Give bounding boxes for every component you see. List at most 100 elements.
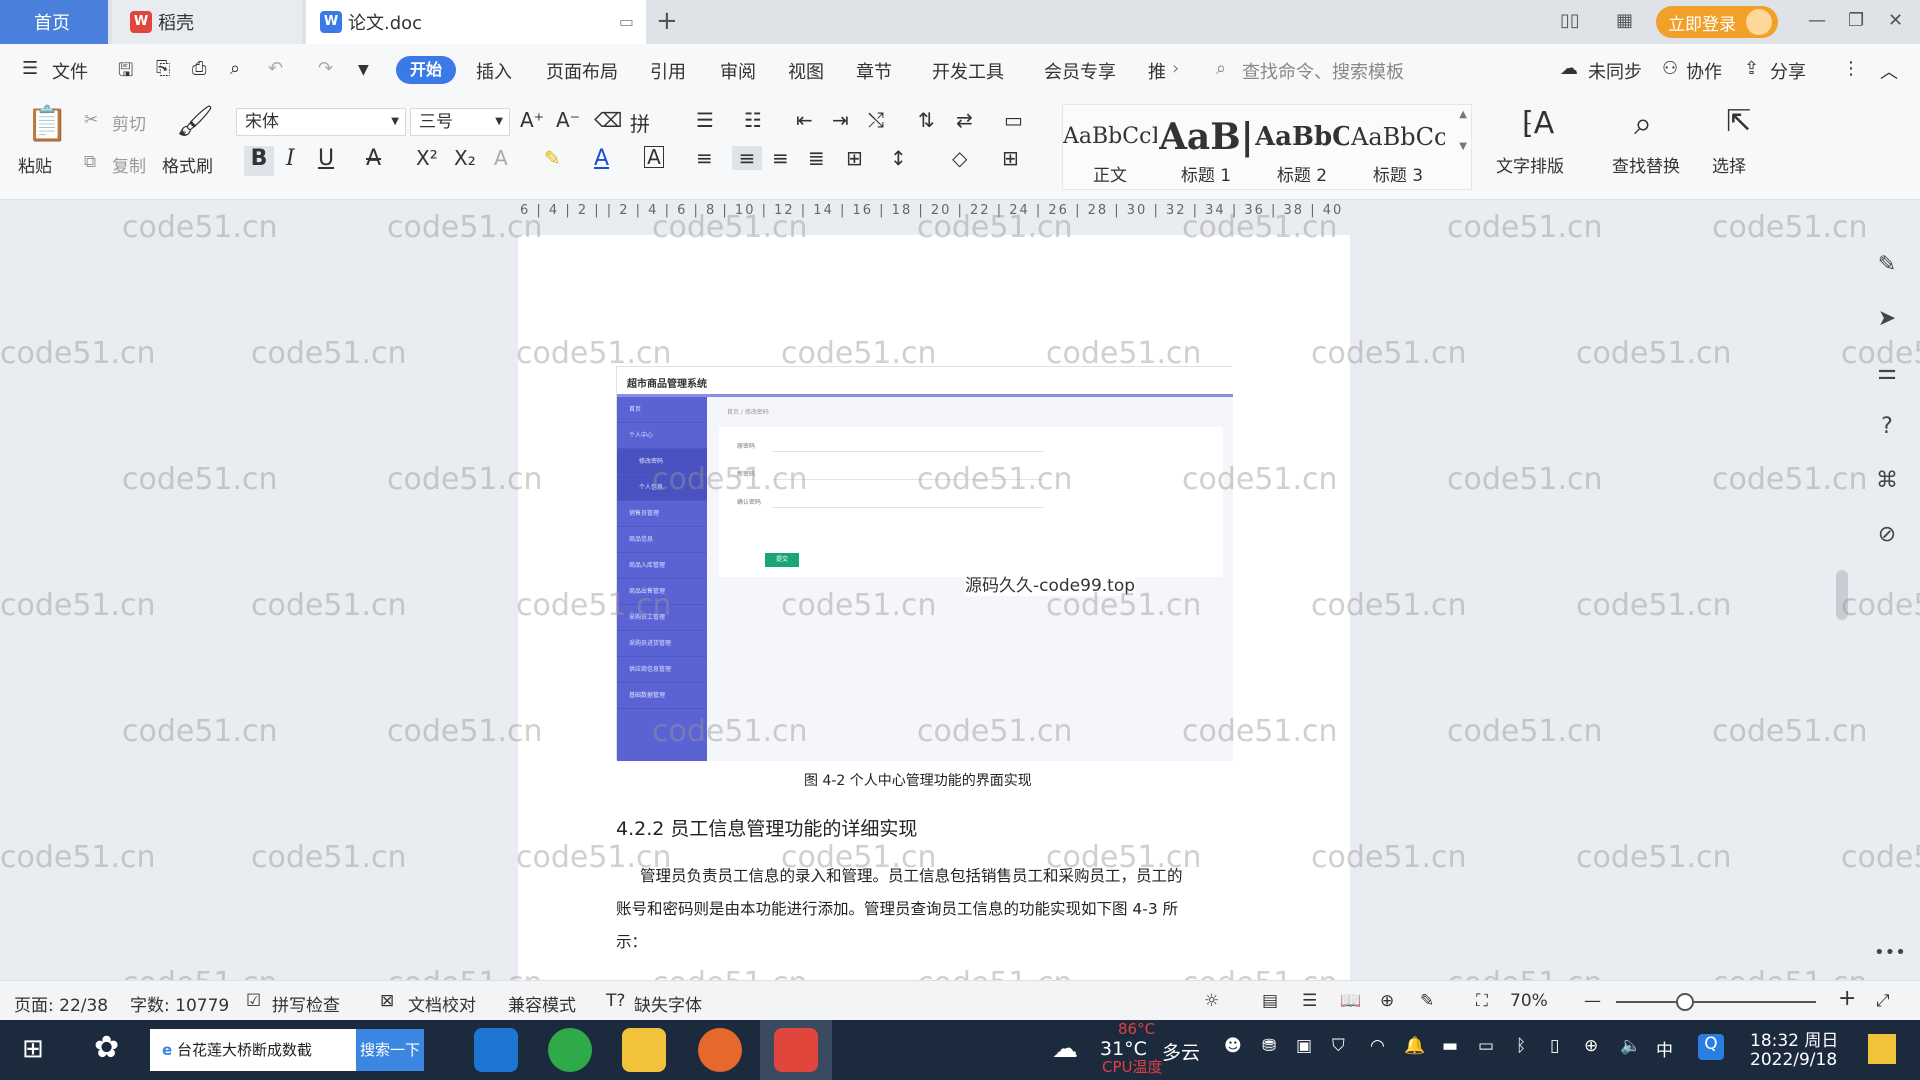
- shading-icon[interactable]: ◇: [952, 146, 967, 170]
- style-scroll-up-icon[interactable]: ▲: [1459, 109, 1467, 120]
- redo-icon[interactable]: ↷: [318, 58, 333, 79]
- phonetic-icon[interactable]: 拼: [630, 108, 650, 137]
- line-spacing-icon[interactable]: ↕: [890, 146, 907, 170]
- minimize-icon[interactable]: —: [1808, 10, 1826, 31]
- print-preview-icon[interactable]: ⌕: [230, 58, 240, 79]
- new-tab-icon[interactable]: +: [656, 6, 678, 36]
- align-center-icon[interactable]: ≡: [732, 146, 762, 170]
- sort-icon[interactable]: ⇅: [918, 108, 935, 132]
- align-left-icon[interactable]: ≡: [696, 146, 713, 170]
- underline-icon[interactable]: U: [318, 146, 334, 171]
- windows-start-icon[interactable]: ⊞: [22, 1034, 44, 1064]
- font-size-select[interactable]: 三号 ▼: [410, 108, 510, 136]
- char-border-icon[interactable]: A: [644, 146, 664, 168]
- menu-recommend[interactable]: 推: [1148, 58, 1166, 84]
- save-icon[interactable]: 🖫: [118, 58, 133, 88]
- read-view-icon[interactable]: 📖: [1340, 991, 1361, 1011]
- translate-icon[interactable]: ⌘: [1874, 468, 1900, 494]
- number-list-icon[interactable]: ☷: [744, 108, 762, 132]
- tab-daoke[interactable]: W 稻壳: [112, 0, 302, 44]
- menu-insert[interactable]: 插入: [476, 58, 512, 84]
- clear-format-icon[interactable]: ⌫: [594, 108, 622, 132]
- shrink-font-icon[interactable]: A⁻: [556, 108, 580, 132]
- find-replace-button[interactable]: 查找替换: [1612, 152, 1680, 177]
- spell-check-button[interactable]: 拼写检查: [272, 991, 340, 1016]
- subscript-icon[interactable]: X₂: [454, 146, 476, 170]
- highlight-icon[interactable]: ✎: [544, 146, 561, 170]
- bluetooth-icon[interactable]: ᛒ: [1516, 1036, 1526, 1056]
- taskbar-search-button[interactable]: 搜索一下: [356, 1029, 424, 1071]
- fit-page-icon[interactable]: ⛶: [1476, 991, 1488, 1011]
- login-button[interactable]: 立即登录: [1656, 6, 1778, 38]
- zoom-slider[interactable]: [1616, 1001, 1816, 1003]
- paste-icon[interactable]: 📋: [26, 104, 68, 144]
- green-browser-icon[interactable]: [548, 1028, 592, 1072]
- bullet-list-icon[interactable]: ☰: [696, 108, 714, 132]
- gpu-icon[interactable]: ▬: [1442, 1036, 1458, 1056]
- justify-icon[interactable]: ≣: [808, 146, 825, 170]
- layout-icon[interactable]: ▯▯: [1560, 10, 1580, 31]
- text-layout-button[interactable]: 文字排版: [1496, 152, 1564, 177]
- adjust-icon[interactable]: ⚌: [1874, 360, 1900, 386]
- tray-ticket-icon[interactable]: ▣: [1296, 1036, 1312, 1056]
- increase-indent-icon[interactable]: ⇥: [832, 108, 849, 132]
- clock-time[interactable]: 18:32 周日: [1750, 1026, 1838, 1051]
- fullscreen-icon[interactable]: ⤢: [1876, 991, 1890, 1011]
- grid-apps-icon[interactable]: ▦: [1616, 10, 1633, 31]
- hamburger-icon[interactable]: ☰: [22, 58, 38, 79]
- ie-browser-icon[interactable]: [474, 1028, 518, 1072]
- tray-app-icon[interactable]: ☻: [1224, 1036, 1242, 1056]
- pointer-icon[interactable]: ➤: [1874, 306, 1900, 332]
- qq-icon[interactable]: Q: [1698, 1034, 1724, 1060]
- pen-icon[interactable]: ✎: [1874, 252, 1900, 278]
- font-color-icon[interactable]: A: [594, 146, 609, 171]
- scrollbar-thumb[interactable]: [1836, 570, 1848, 620]
- collab-button[interactable]: 协作: [1686, 58, 1722, 84]
- select-cursor-icon[interactable]: ⇱: [1726, 104, 1751, 139]
- style-heading-1[interactable]: AaB| 标题 1: [1159, 113, 1253, 193]
- action-center-icon[interactable]: [1868, 1034, 1896, 1064]
- more-options-icon[interactable]: ⋮: [1842, 58, 1860, 79]
- page-indicator[interactable]: 页面: 22/38: [14, 991, 108, 1016]
- tab-home[interactable]: 首页: [0, 0, 108, 44]
- menu-start[interactable]: 开始: [396, 56, 456, 84]
- menu-chapter[interactable]: 章节: [856, 58, 892, 84]
- outline-view-icon[interactable]: ☰: [1302, 991, 1317, 1011]
- menu-references[interactable]: 引用: [650, 58, 686, 84]
- find-replace-icon[interactable]: ⌕: [1634, 104, 1652, 143]
- write-view-icon[interactable]: ✎: [1420, 991, 1434, 1011]
- menu-more-icon[interactable]: ›: [1172, 58, 1179, 79]
- format-painter-button[interactable]: 格式刷: [162, 152, 213, 177]
- style-normal[interactable]: AaBbCcI 正文: [1063, 113, 1157, 193]
- compat-mode[interactable]: 兼容模式: [508, 991, 576, 1016]
- tab-document[interactable]: W 论文.doc ▭: [306, 0, 646, 44]
- search-command-input[interactable]: 查找命令、搜索模板: [1242, 58, 1404, 84]
- style-heading-2[interactable]: AaBbC 标题 2: [1255, 113, 1349, 193]
- font-name-select[interactable]: 宋体 ▼: [236, 108, 406, 136]
- menu-review[interactable]: 审阅: [720, 58, 756, 84]
- text-direction-icon[interactable]: ⤭: [868, 108, 884, 132]
- usb-icon[interactable]: ▯: [1550, 1036, 1559, 1056]
- zoom-level[interactable]: 70%: [1510, 991, 1548, 1011]
- format-painter-icon[interactable]: 🖌: [176, 104, 214, 139]
- paste-button[interactable]: 粘贴: [18, 152, 52, 177]
- align-right-icon[interactable]: ≡: [772, 146, 789, 170]
- vertical-scrollbar[interactable]: [1834, 230, 1850, 970]
- text-layout-icon[interactable]: ⁅A: [1522, 106, 1554, 141]
- export-pdf-icon[interactable]: ⎘: [156, 58, 170, 79]
- ruler-toggle-icon[interactable]: ▭: [1004, 108, 1023, 132]
- page-view-icon[interactable]: ▤: [1262, 991, 1278, 1011]
- tray-plus-icon[interactable]: ⊕: [1584, 1036, 1598, 1056]
- menu-page-layout[interactable]: 页面布局: [546, 58, 618, 84]
- quick-access-dropdown-icon[interactable]: ▼: [358, 62, 369, 78]
- wifi-icon[interactable]: ◠: [1370, 1036, 1385, 1056]
- media-app-icon[interactable]: [698, 1028, 742, 1072]
- tray-sync-icon[interactable]: ⛃: [1262, 1036, 1276, 1056]
- zoom-slider-handle[interactable]: [1676, 993, 1694, 1011]
- zoom-in-icon[interactable]: +: [1838, 986, 1856, 1011]
- decrease-indent-icon[interactable]: ⇤: [796, 108, 813, 132]
- select-button[interactable]: 选择: [1712, 152, 1746, 177]
- collapse-ribbon-icon[interactable]: ︿: [1880, 58, 1898, 84]
- menu-file[interactable]: 文件: [52, 58, 88, 84]
- wps-taskbar-item[interactable]: [760, 1020, 832, 1080]
